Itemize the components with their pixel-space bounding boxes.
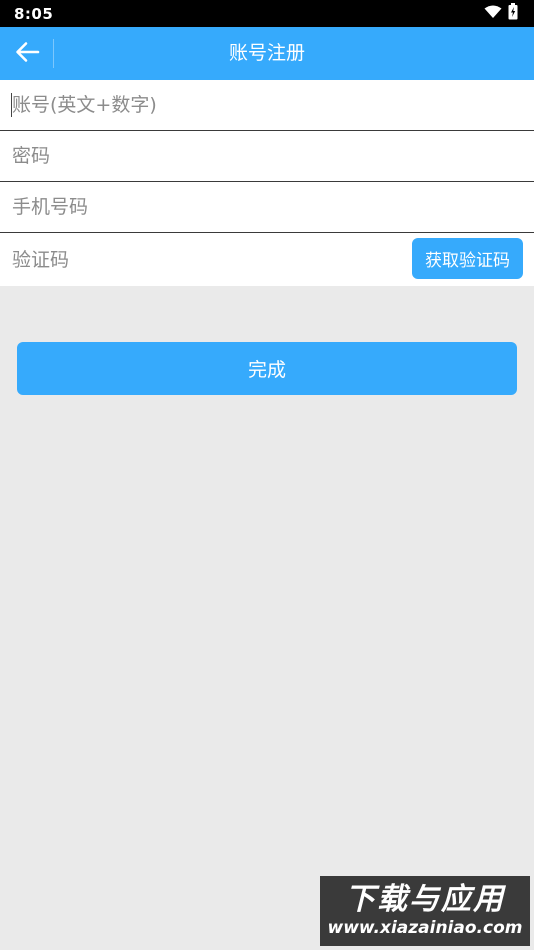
account-input[interactable] (0, 80, 534, 130)
wifi-icon (484, 4, 502, 23)
verification-code-field: 获取验证码 (0, 233, 534, 286)
app-bar: 账号注册 (0, 27, 534, 80)
register-form: 获取验证码 (0, 80, 534, 286)
status-bar: 8:05 (0, 0, 534, 27)
account-field (0, 80, 534, 131)
get-code-button[interactable]: 获取验证码 (412, 238, 523, 279)
watermark-logo: 下载与应用 www.xiazainiao.com (320, 876, 530, 946)
password-field (0, 131, 534, 182)
text-caret (11, 93, 12, 117)
status-time: 8:05 (14, 4, 54, 23)
page-title: 账号注册 (228, 42, 305, 64)
watermark-logo-text: 下载与应用 (345, 882, 505, 917)
watermark-url: www.xiazainiao.com (327, 918, 523, 938)
phone-input[interactable] (0, 182, 534, 232)
battery-icon (508, 3, 518, 24)
password-input[interactable] (0, 131, 534, 181)
status-icons (484, 3, 518, 24)
submit-button[interactable]: 完成 (17, 342, 517, 395)
phone-field (0, 182, 534, 233)
